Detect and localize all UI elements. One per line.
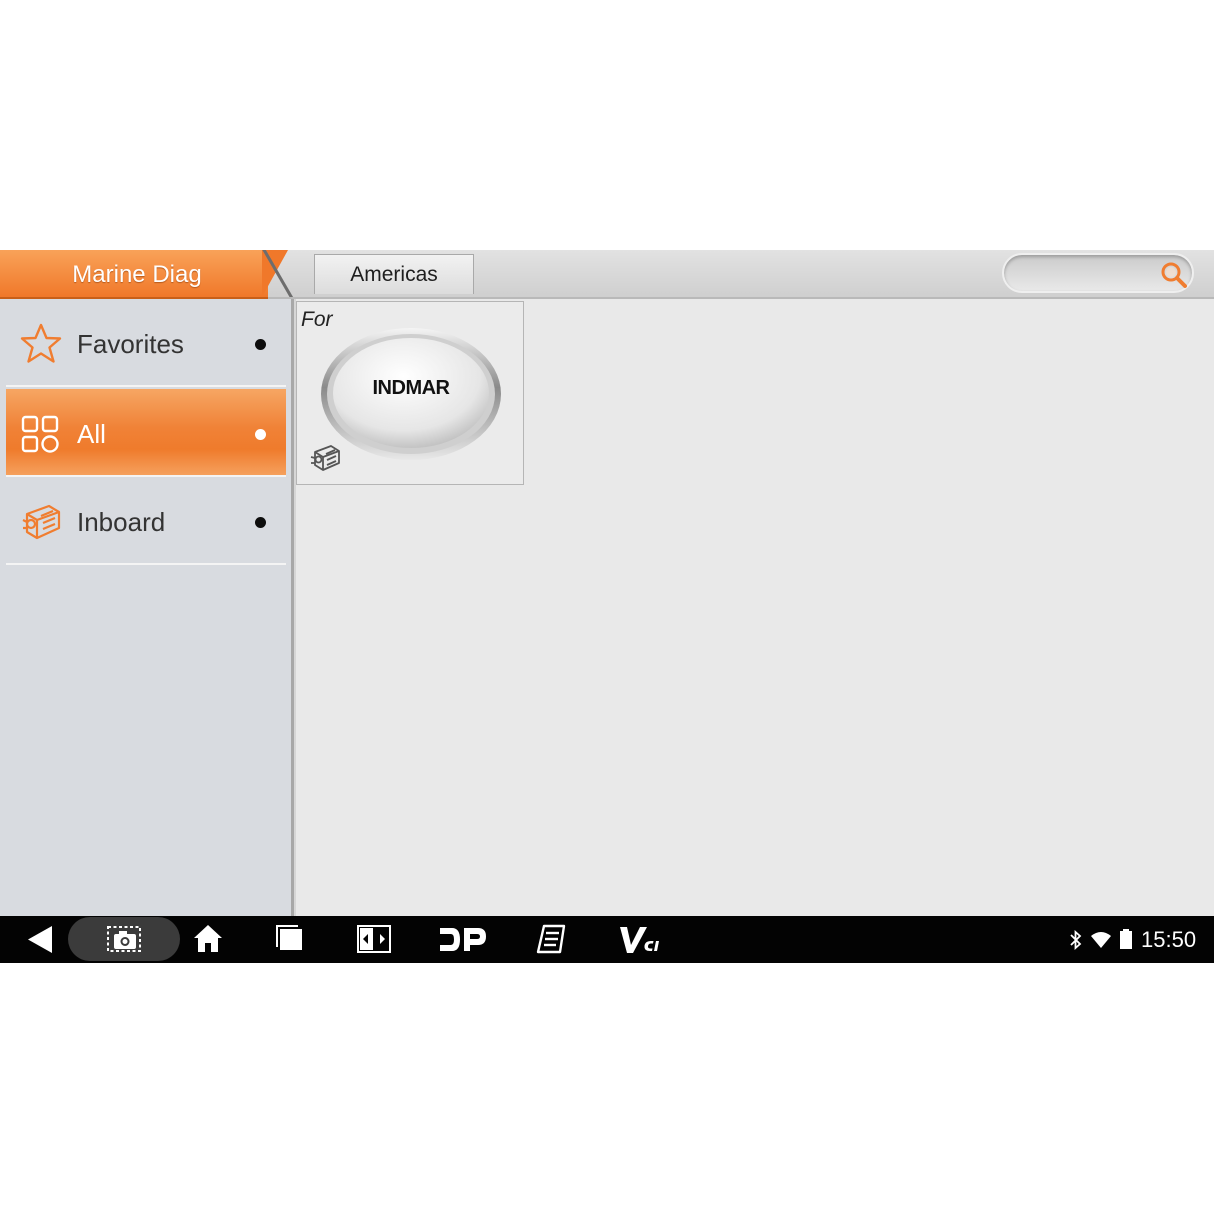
display-toggle-button[interactable]: [356, 916, 392, 963]
vci-icon: [620, 927, 659, 953]
recent-apps-button[interactable]: [274, 916, 306, 963]
grid-icon: [21, 415, 59, 453]
back-icon: [28, 926, 52, 953]
notes-button[interactable]: [534, 916, 568, 963]
sidebar-item-label: Favorites: [77, 329, 184, 359]
home-icon: [194, 925, 222, 952]
bluetooth-icon: [1070, 929, 1082, 951]
screenshot-icon: [107, 926, 141, 952]
home-button[interactable]: [192, 916, 224, 963]
brand-card-indmar[interactable]: For INDMAR: [296, 301, 524, 485]
search-icon[interactable]: [1159, 260, 1189, 290]
vci-button[interactable]: [618, 916, 666, 963]
notes-icon: [536, 924, 566, 954]
category-sidebar: Favorites All Inboard: [0, 299, 294, 916]
engine-icon: [22, 504, 61, 540]
app-screen: Marine Diag Americas Favorites All Inboa…: [0, 250, 1214, 963]
system-nav-bar: 15:50: [0, 916, 1214, 963]
recent-apps-icon: [276, 925, 302, 950]
dp-icon: [440, 928, 486, 951]
app-title: Marine Diag: [72, 261, 202, 288]
back-button[interactable]: [24, 916, 58, 963]
sidebar-item-label: Inboard: [77, 507, 166, 537]
bullet-dot: [255, 517, 266, 528]
star-icon: [20, 323, 62, 363]
sidebar-item-label: All: [77, 419, 106, 449]
sidebar-item-inboard[interactable]: Inboard: [6, 477, 286, 565]
brand-name: INDMAR: [372, 377, 451, 399]
engine-icon: [310, 445, 340, 471]
battery-icon: [1120, 929, 1132, 949]
bullet-dot: [255, 429, 266, 440]
tab-americas[interactable]: Americas: [314, 254, 474, 294]
sidebar-item-all[interactable]: All: [6, 389, 286, 477]
sidebar-item-favorites[interactable]: Favorites: [6, 299, 286, 387]
search-box[interactable]: [1002, 253, 1194, 293]
top-bar: Marine Diag Americas: [0, 250, 1214, 299]
search-input[interactable]: [1016, 261, 1150, 289]
brand-grid: For INDMAR: [296, 299, 1214, 916]
display-toggle-icon: [357, 925, 391, 953]
wifi-icon: [1091, 932, 1111, 948]
bullet-dot: [255, 339, 266, 350]
screenshot-button[interactable]: [68, 917, 180, 961]
dp-button[interactable]: [438, 916, 488, 963]
status-clock: 15:50: [1141, 927, 1197, 952]
